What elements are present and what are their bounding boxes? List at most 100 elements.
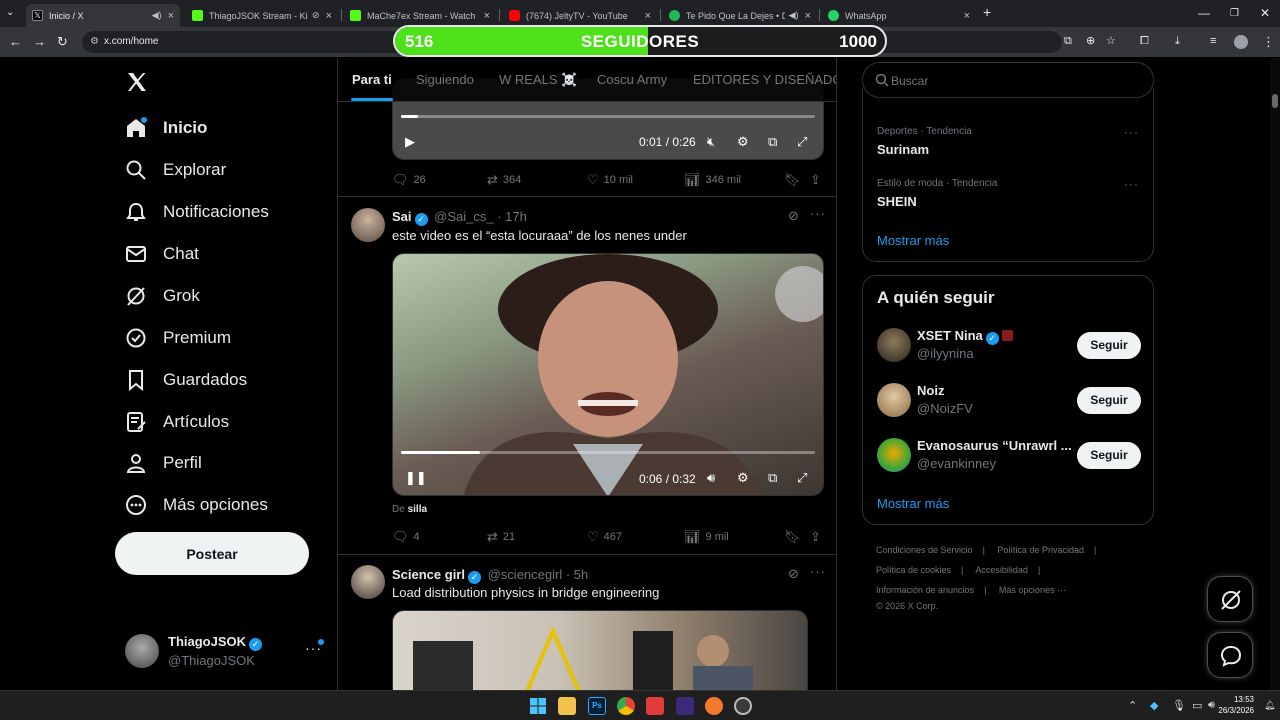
footer-link[interactable]: Información de anuncios (876, 585, 974, 595)
obs-icon[interactable] (734, 697, 752, 715)
grok-fab-button[interactable] (1207, 576, 1253, 622)
new-tab-icon[interactable]: + (983, 5, 991, 19)
sidebar-item-articulos[interactable]: Artículos (125, 407, 229, 437)
follow-suggestion[interactable]: Evanosaurus “Unrawrl ... @evankinney Seg… (877, 436, 1141, 476)
trend-more-icon[interactable]: ··· (1124, 125, 1139, 139)
views-button[interactable]: 📊︎ 346 mil (684, 172, 741, 188)
trend-more-icon[interactable]: ··· (1124, 177, 1139, 191)
browser-tab-spotify[interactable]: Te Pido Que La Dejes • Dani ◀) × (663, 4, 817, 27)
fullscreen-icon[interactable]: ⤢ (797, 134, 807, 150)
tweet-author-name[interactable]: Sai (392, 209, 412, 224)
pause-icon[interactable]: ❚❚ (405, 470, 427, 486)
browser-menu-icon[interactable]: ⋮ (1262, 35, 1275, 48)
follow-suggestion[interactable]: XSET Nina ✓ @ilyynina Seguir (877, 326, 1141, 366)
post-button[interactable]: Postear (115, 532, 309, 575)
system-clock[interactable]: 13:53 26/3/2026 (1218, 694, 1254, 716)
tray-overflow-icon[interactable]: ⌃ (1128, 699, 1137, 712)
bookmark-button[interactable]: 🔖︎ (784, 529, 806, 545)
sidebar-item-notificaciones[interactable]: Notificaciones (125, 197, 269, 227)
chrome-icon[interactable] (617, 697, 635, 715)
footer-link[interactable]: Accesibilidad (975, 565, 1028, 575)
fullscreen-icon[interactable]: ⤢ (797, 470, 807, 486)
sidebar-item-chat[interactable]: Chat (125, 239, 199, 269)
sidebar-item-explorar[interactable]: Explorar (125, 155, 226, 185)
file-explorer-icon[interactable] (558, 697, 576, 715)
zoom-icon[interactable]: ⊕ (1086, 35, 1095, 48)
video-progress-bar[interactable] (401, 115, 815, 118)
blender-icon[interactable] (705, 697, 723, 715)
tab-siguiendo[interactable]: Siguiendo (416, 72, 474, 87)
reply-button[interactable]: 🗨︎ 26 (392, 172, 426, 188)
grok-icon[interactable]: ⊘ (788, 208, 799, 224)
reload-icon[interactable]: ↻ (57, 35, 68, 48)
follow-button[interactable]: Seguir (1077, 442, 1141, 469)
close-tab-icon[interactable]: × (805, 10, 811, 22)
reply-button[interactable]: 🗨︎ 4 (392, 529, 420, 545)
share-button[interactable]: ⇪ (810, 172, 826, 188)
volume-icon[interactable]: 🔊︎ (707, 470, 715, 486)
tab-editores[interactable]: EDITORES Y DISEÑADOR (693, 72, 836, 87)
repost-button[interactable]: ⇄ 21 (487, 529, 515, 545)
sidebar-item-premium[interactable]: Premium (125, 323, 231, 353)
play-icon[interactable]: ▶ (405, 134, 415, 150)
avatar[interactable] (351, 208, 385, 242)
source-name[interactable]: silla (408, 504, 427, 515)
settings-icon[interactable]: ⚙ (737, 134, 749, 150)
photoshop-icon[interactable]: Ps (588, 697, 606, 715)
share-button[interactable]: ⇪ (810, 529, 826, 545)
forward-icon[interactable]: → (33, 35, 46, 48)
close-tab-icon[interactable]: × (326, 10, 332, 22)
account-switcher[interactable]: ThiagoJSOK ✓ @ThiagoJSOK ··· (125, 632, 325, 672)
sidebar-item-grok[interactable]: Grok (125, 281, 200, 311)
tweet-author-handle[interactable]: @Sai_cs_ (434, 209, 493, 224)
defender-icon[interactable]: ◆ (1150, 699, 1158, 712)
show-more-trends-link[interactable]: Mostrar más (877, 233, 949, 248)
site-settings-icon[interactable]: ⚙ (90, 36, 99, 47)
tweet-time[interactable]: · 17h (497, 209, 527, 224)
tweet-video-2[interactable]: ❚❚ 0:06 / 0:32 🔊︎ ⚙ ⧉ ⤢ (392, 253, 824, 496)
messages-fab-button[interactable] (1207, 632, 1253, 678)
footer-link[interactable]: Política de Privacidad (997, 545, 1084, 555)
grok-icon[interactable]: ⊘ (788, 566, 799, 582)
bookmark-button[interactable]: 🔖︎ (784, 172, 806, 188)
tab-w-reals[interactable]: W REALS ☠️ (499, 72, 577, 88)
tweet-author-name[interactable]: Science girl (392, 567, 465, 582)
tweet-more-icon[interactable]: ··· (810, 564, 826, 579)
follow-button[interactable]: Seguir (1077, 332, 1141, 359)
close-window-icon[interactable]: ✕ (1260, 6, 1270, 20)
downloads-icon[interactable]: ⤓ (1175, 35, 1180, 48)
speaker-icon[interactable]: ◀) (152, 10, 162, 21)
browser-tab-youtube[interactable]: (7674) JeltyTV - YouTube × (503, 4, 657, 27)
footer-more-link[interactable]: Más opciones ··· (999, 585, 1066, 595)
follow-suggestion[interactable]: Noiz @NoizFV Seguir (877, 381, 1141, 421)
tweet-video-3[interactable] (392, 610, 808, 690)
start-icon[interactable] (529, 697, 547, 715)
tab-coscu-army[interactable]: Coscu Army (597, 72, 667, 87)
like-button[interactable]: ♡ 10 mil (587, 172, 633, 188)
sidebar-item-mas-opciones[interactable]: Más opciones (125, 490, 268, 520)
wps-icon[interactable] (646, 697, 664, 715)
network-icon[interactable]: ▭ (1192, 699, 1202, 712)
reading-list-icon[interactable]: ≡ (1210, 35, 1216, 48)
back-icon[interactable]: ← (9, 35, 22, 48)
minimize-window-icon[interactable]: — (1198, 6, 1210, 20)
footer-link[interactable]: Política de cookies (876, 565, 951, 575)
show-more-follow-link[interactable]: Mostrar más (877, 496, 949, 511)
pip-icon[interactable]: ⧉ (768, 134, 777, 150)
close-tab-icon[interactable]: × (168, 10, 174, 22)
tab-search-chevron-icon[interactable]: ⌄ (6, 6, 14, 19)
pip-icon[interactable]: ⧉ (768, 470, 777, 486)
muted-speaker-icon[interactable]: ⊘ (312, 10, 320, 21)
restore-window-icon[interactable]: ❐ (1230, 8, 1239, 19)
extensions-icon[interactable]: ⧠ (1140, 35, 1149, 48)
page-scrollbar[interactable] (1270, 58, 1280, 690)
install-app-icon[interactable]: ⧉ (1064, 35, 1072, 48)
views-button[interactable]: 📊︎ 9 mil (684, 529, 729, 545)
tweet-author-handle[interactable]: @sciencegirl (488, 567, 563, 582)
sidebar-item-inicio[interactable]: Inicio (125, 113, 207, 143)
repost-button[interactable]: ⇄ 364 (487, 172, 521, 188)
volume-icon[interactable]: 🔊︎ (1208, 699, 1215, 712)
sidebar-item-perfil[interactable]: Perfil (125, 448, 202, 478)
tab-para-ti[interactable]: Para ti (352, 72, 392, 87)
app-icon[interactable] (676, 697, 694, 715)
